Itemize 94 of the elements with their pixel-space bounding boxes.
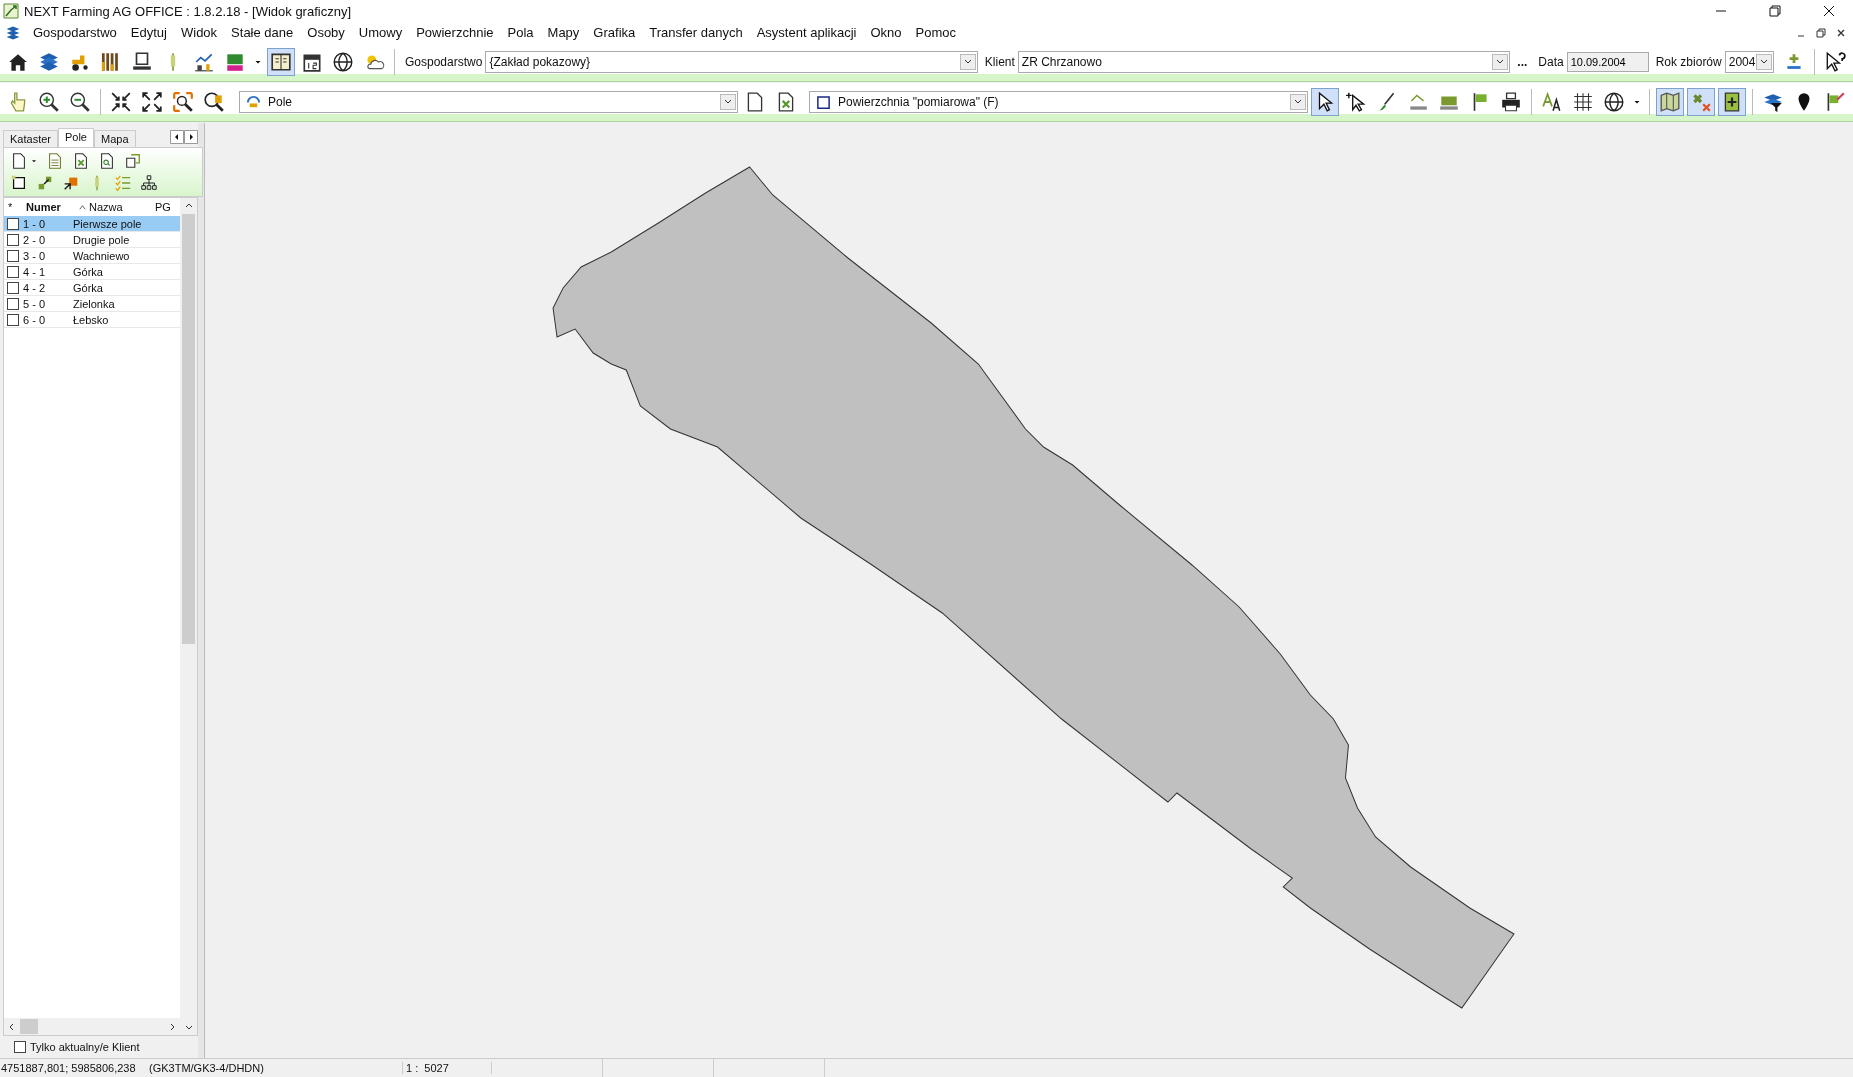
book-icon[interactable] <box>267 48 295 76</box>
panel-tab[interactable]: Mapa <box>94 130 136 147</box>
table-row[interactable]: 5 - 0 Zielonka <box>4 296 180 312</box>
restore-icon[interactable] <box>1816 27 1826 38</box>
sort-icon <box>78 202 87 212</box>
table-cell-text: Łebsko <box>73 313 110 326</box>
vertical-scrollbar[interactable] <box>180 198 197 1035</box>
table-cell-text: Pierwsze pole <box>73 217 143 230</box>
filter-label: Tylko aktualny/e Klient <box>30 1041 140 1053</box>
menu-item[interactable]: Stałe dane <box>224 25 301 40</box>
year-dropdown[interactable]: 2004 <box>1724 51 1774 73</box>
year-label: Rok zbiorów <box>1655 55 1722 69</box>
table-row[interactable]: 2 - 0 Drugie pole <box>4 232 180 248</box>
cursor-icon[interactable] <box>1311 88 1339 116</box>
row-checkbox[interactable] <box>7 217 19 230</box>
menu-item[interactable]: Gospodarstwo <box>26 25 124 40</box>
hierarchy-icon[interactable] <box>140 174 158 192</box>
table-row[interactable]: 4 - 2 Górka <box>4 280 180 296</box>
table-cell-text: 5 - 0 <box>23 297 46 310</box>
page-icon[interactable] <box>10 152 28 170</box>
menu-item[interactable]: Pola <box>500 25 541 40</box>
surface-dropdown[interactable]: Powierzchnia "pomiarowa" (F) <box>809 91 1308 113</box>
row-checkbox[interactable] <box>7 297 19 310</box>
field-polygon[interactable] <box>552 166 1515 1009</box>
panel-tab[interactable]: Kataster <box>3 130 58 147</box>
menu-item[interactable]: Pomoc <box>908 25 963 40</box>
table-cell-text: 2 - 0 <box>23 233 46 246</box>
row-checkbox[interactable] <box>7 313 19 326</box>
app-logo-icon <box>3 3 19 19</box>
more-button[interactable]: ... <box>1517 55 1528 69</box>
menu-item[interactable]: Powierzchnie <box>409 25 501 40</box>
scroll-right-icon[interactable] <box>184 130 198 144</box>
restore-icon[interactable] <box>1769 5 1781 17</box>
client-dropdown[interactable]: ZR Chrzanowo <box>1017 51 1511 73</box>
column-header[interactable]: * <box>4 201 20 213</box>
table-cell-text: Drugie pole <box>73 233 131 246</box>
column-header[interactable]: PG <box>155 201 175 213</box>
date-label: Data <box>1538 55 1564 69</box>
table-row[interactable]: 3 - 0 Wachniewo <box>4 248 180 264</box>
square-icon[interactable] <box>10 174 28 192</box>
close-icon[interactable] <box>1836 27 1846 38</box>
page-search-icon[interactable] <box>98 152 116 170</box>
table-cell-text: Wachniewo <box>73 249 131 262</box>
square-icon <box>816 94 831 110</box>
scrollbar-thumb[interactable] <box>20 1019 38 1034</box>
table-row[interactable]: 4 - 1 Górka <box>4 264 180 280</box>
row-checkbox[interactable] <box>7 233 19 246</box>
row-checkbox[interactable] <box>7 265 19 278</box>
table-cell-text: Zielonka <box>73 297 116 310</box>
table-cell-text: 6 - 0 <box>23 313 46 326</box>
window-title: NEXT Farming AG OFFICE : 1.8.2.18 - [Widok graficzny] <box>24 3 352 19</box>
table-cell-text: Górka <box>73 281 104 294</box>
book-plus-icon[interactable] <box>1718 88 1746 116</box>
menu-item[interactable]: Umowy <box>351 25 410 40</box>
farm-label: Gospodarstwo <box>405 55 483 69</box>
map-icon[interactable] <box>1656 88 1684 116</box>
row-checkbox[interactable] <box>7 249 19 262</box>
checklist-icon[interactable] <box>114 174 132 192</box>
page-lines-icon[interactable] <box>46 152 64 170</box>
column-header[interactable]: Numer <box>20 201 78 213</box>
menu-item[interactable]: Grafika <box>586 25 643 40</box>
column-header[interactable]: Nazwa <box>87 201 155 213</box>
close-icon[interactable] <box>1823 5 1835 17</box>
scrollbar-thumb[interactable] <box>182 214 195 644</box>
menu-item[interactable]: Widok <box>173 25 225 40</box>
filter-checkbox[interactable] <box>14 1041 26 1053</box>
menu-item[interactable]: Mapy <box>540 25 587 40</box>
projection-text: (GK3TM/GK3-4/DHDN) <box>149 1062 265 1074</box>
copy-icon[interactable] <box>124 152 142 170</box>
menu-item[interactable]: Transfer danych <box>642 25 750 40</box>
table-cell-text: 1 - 0 <box>23 217 46 230</box>
table-row[interactable]: 1 - 0 Pierwsze pole <box>4 216 180 232</box>
client-label: Klient <box>984 55 1015 69</box>
table-cell-text: 3 - 0 <box>23 249 46 262</box>
table-row[interactable]: 6 - 0 Łebsko <box>4 312 180 328</box>
page-delete-icon[interactable] <box>72 152 90 170</box>
panel-tab[interactable]: Pole <box>57 128 94 147</box>
coordinates-text: 4751887,801; 5985806,238 <box>0 1062 137 1074</box>
scroll-left-icon[interactable] <box>170 130 184 144</box>
table-cell-text: 4 - 1 <box>23 265 46 278</box>
expand-arrows-icon[interactable] <box>36 174 54 192</box>
layer-icon <box>246 94 261 110</box>
layer-dropdown[interactable]: Pole <box>239 91 738 113</box>
menu-item[interactable]: Edytuj <box>123 25 174 40</box>
horizontal-scrollbar[interactable] <box>4 1018 180 1035</box>
farm-dropdown[interactable]: {Zakład pokazowy} <box>485 51 978 73</box>
menu-item[interactable]: Okno <box>863 25 909 40</box>
menu-item[interactable]: Asystent aplikacji <box>749 25 864 40</box>
date-field[interactable]: 10.09.2004 <box>1566 52 1649 72</box>
row-checkbox[interactable] <box>7 281 19 294</box>
menu-item[interactable]: Osoby <box>300 25 352 40</box>
table-cell-text: 4 - 2 <box>23 281 46 294</box>
table-cell-text: Górka <box>73 265 104 278</box>
scale-text: 1 : 5027 <box>402 1062 492 1074</box>
